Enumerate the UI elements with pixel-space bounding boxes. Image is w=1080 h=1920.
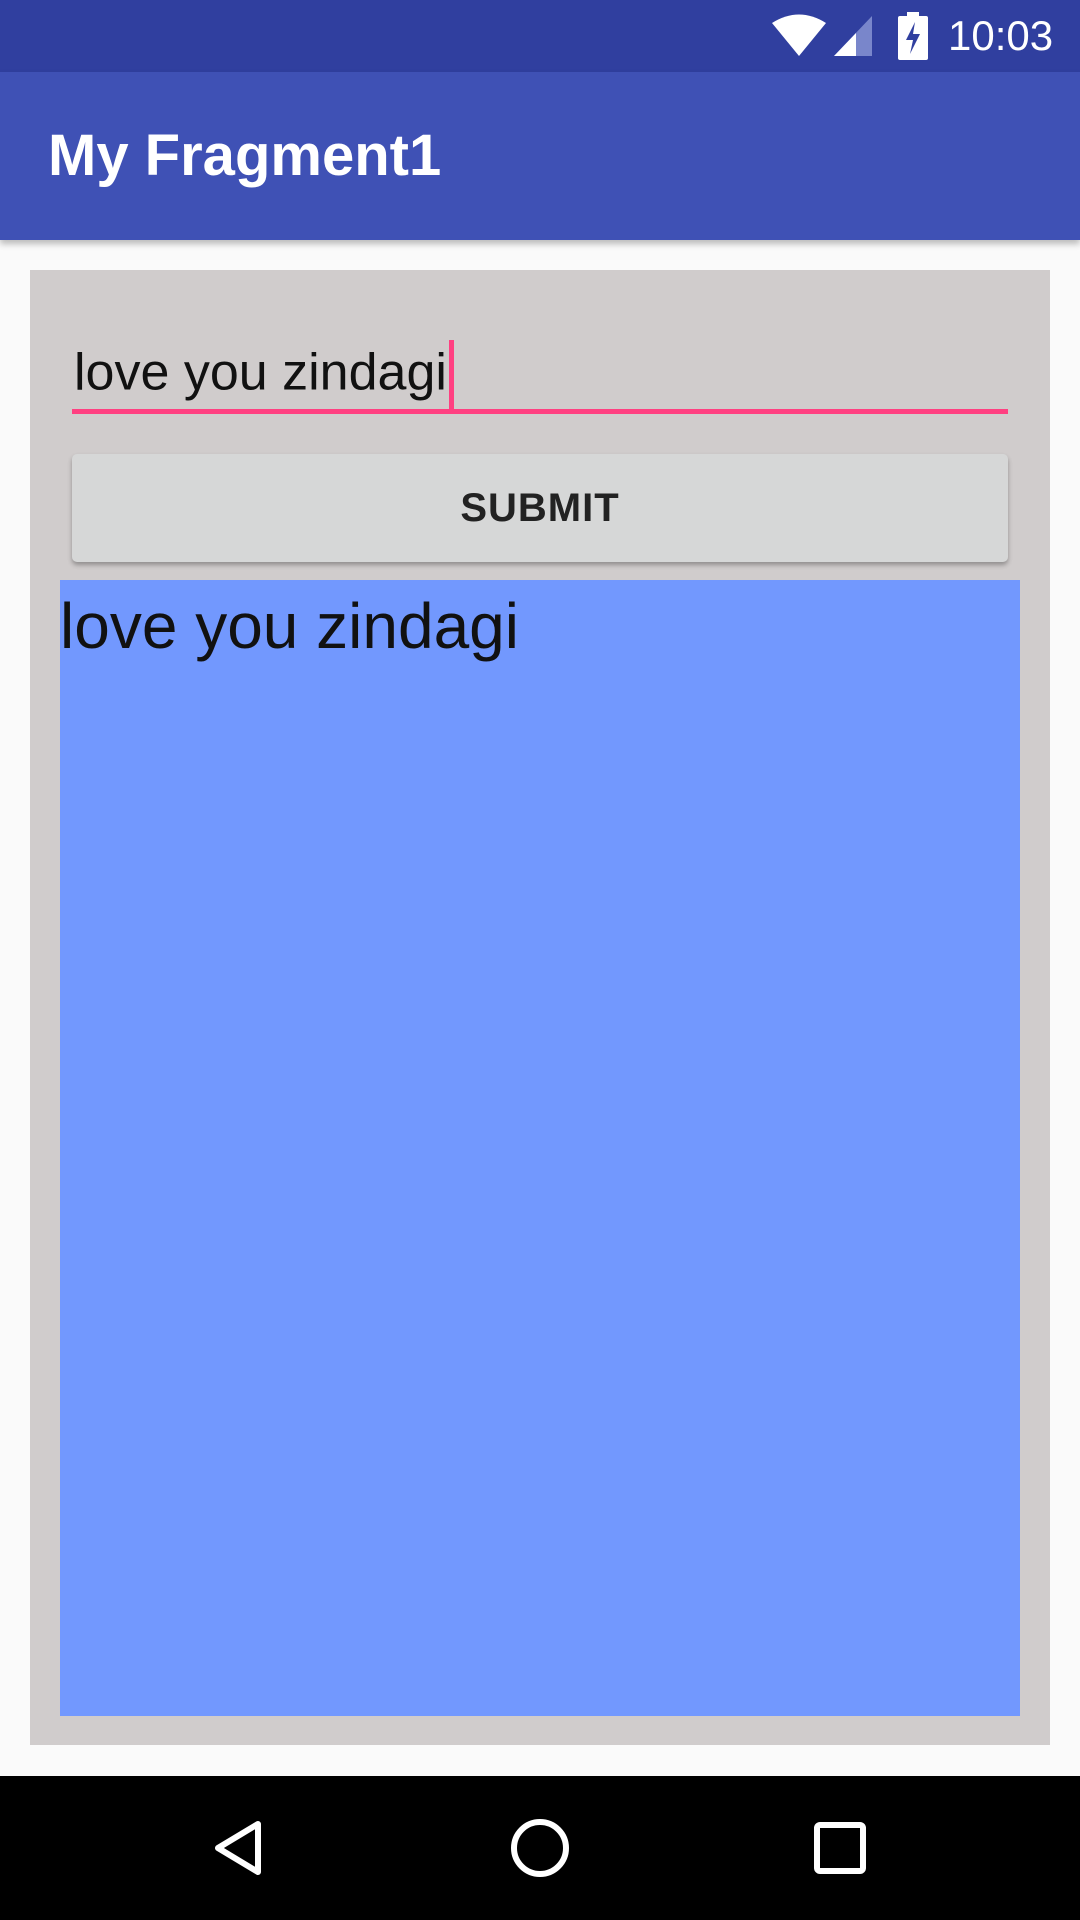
back-icon [215,1821,261,1875]
battery-charging-icon [898,12,928,60]
home-icon [511,1819,569,1877]
app-bar: My Fragment1 [0,72,1080,240]
text-cursor [448,340,454,412]
recents-icon [814,1822,866,1874]
display-area: love you zindagi [60,580,1020,1716]
signal-icon [834,16,872,56]
submit-button[interactable]: SUBMIT [72,454,1008,562]
status-bar: 10:03 [0,0,1080,72]
text-input[interactable]: love you zindagi [72,334,1008,414]
app-title: My Fragment1 [48,123,442,188]
display-text: love you zindagi [60,590,519,662]
wifi-icon [772,14,826,56]
navigation-bar [0,1776,1080,1920]
fragment-container: love you zindagi SUBMIT love you zindagi [30,270,1050,1745]
back-button[interactable] [190,1798,290,1898]
recents-button[interactable] [790,1798,890,1898]
text-input-value-wrap: love you zindagi [74,340,454,412]
status-clock: 10:03 [948,12,1054,59]
screen: 10:03 My Fragment1 love you zindagi SUBM… [0,0,1080,1920]
home-button[interactable] [490,1798,590,1898]
text-input-value: love you zindagi [74,343,447,402]
